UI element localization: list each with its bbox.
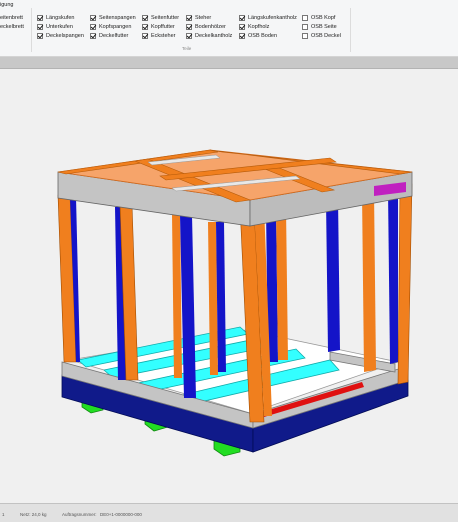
checkbox-label: OSB Kopf xyxy=(311,14,336,21)
checkbox-label: OSB Seite xyxy=(311,23,337,30)
left-item-deckelbrett[interactable]: eckelbrett xyxy=(0,24,24,30)
checkbox-label: Kopfholz xyxy=(248,23,270,30)
checkbox-deckelkantholz[interactable]: Deckelkantholz xyxy=(186,31,232,40)
status-order-number: DE0+1-0000000-000 xyxy=(100,512,142,517)
checkbox-label: Unterkufen xyxy=(46,23,73,30)
checkbox-box[interactable] xyxy=(186,32,192,39)
checkbox-column-1: Längskufen Unterkufen Deckelspangen xyxy=(37,13,84,40)
left-item-seitenbrett[interactable]: eitenbrett xyxy=(0,15,23,21)
status-weight: Netz: 24,0 kg xyxy=(20,512,47,517)
checkbox-laengskufen[interactable]: Längskufen xyxy=(37,13,84,22)
3d-viewport[interactable] xyxy=(0,69,458,503)
checkbox-column-4: Steher Bodenhölzer Deckelkantholz xyxy=(186,13,232,40)
checkbox-box[interactable] xyxy=(142,14,148,21)
checkbox-label: OSB Boden xyxy=(248,32,278,39)
post-orange xyxy=(362,190,376,372)
checkbox-column-6: OSB Kopf OSB Seite OSB Deckel xyxy=(302,13,341,40)
toolbar-strip xyxy=(0,57,458,69)
checkbox-box[interactable] xyxy=(142,32,148,39)
checkbox-unterkufen[interactable]: Unterkufen xyxy=(37,22,84,31)
checkbox-label: Längskufen xyxy=(46,14,75,21)
checkbox-kopfspangen[interactable]: Kopfspangen xyxy=(90,22,136,31)
checkbox-label: Seitenspangen xyxy=(99,14,136,21)
corner-post-right xyxy=(397,183,413,385)
checkbox-kopffutter[interactable]: Kopffutter xyxy=(142,22,179,31)
ribbon-separator xyxy=(31,8,32,52)
checkbox-box[interactable] xyxy=(302,32,308,39)
checkbox-box[interactable] xyxy=(37,14,43,21)
checkbox-box[interactable] xyxy=(90,32,96,39)
checkbox-steher[interactable]: Steher xyxy=(186,13,232,22)
checkbox-box[interactable] xyxy=(37,23,43,30)
checkbox-label: Ecksteher xyxy=(151,32,176,39)
checkbox-label: Bodenhölzer xyxy=(195,23,226,30)
checkbox-column-3: Seitenfutter Kopffutter Ecksteher xyxy=(142,13,179,40)
checkbox-box[interactable] xyxy=(239,32,245,39)
checkbox-box[interactable] xyxy=(90,23,96,30)
checkbox-box[interactable] xyxy=(239,23,245,30)
status-item: 1 xyxy=(2,512,5,517)
checkbox-box[interactable] xyxy=(186,23,192,30)
checkbox-box[interactable] xyxy=(37,32,43,39)
checkbox-label: OSB Deckel xyxy=(311,32,341,39)
checkbox-box[interactable] xyxy=(302,14,308,21)
checkbox-box[interactable] xyxy=(239,14,245,21)
post-blue xyxy=(326,198,340,352)
checkbox-ecksteher[interactable]: Ecksteher xyxy=(142,31,179,40)
checkbox-label: Seitenfutter xyxy=(151,14,180,21)
crate-3d-model xyxy=(57,149,413,457)
ribbon-group-label: Teile xyxy=(182,46,192,51)
checkbox-column-2: Seitenspangen Kopfspangen Deckelfutter xyxy=(90,13,136,40)
ribbon: igung eitenbrett eckelbrett Längskufen U… xyxy=(0,0,458,57)
checkbox-box[interactable] xyxy=(302,23,308,30)
checkbox-deckelspangen[interactable]: Deckelspangen xyxy=(37,31,84,40)
checkbox-osb-kopf[interactable]: OSB Kopf xyxy=(302,13,341,22)
checkbox-seitenspangen[interactable]: Seitenspangen xyxy=(90,13,136,22)
checkbox-osb-deckel[interactable]: OSB Deckel xyxy=(302,31,341,40)
ribbon-separator xyxy=(350,8,351,52)
checkbox-deckelfutter[interactable]: Deckelfutter xyxy=(90,31,136,40)
checkbox-label: Deckelspangen xyxy=(46,32,84,39)
checkbox-label: Kopfspangen xyxy=(99,23,132,30)
checkbox-column-5: Längskufenkantholz Kopfholz OSB Boden xyxy=(239,13,297,40)
checkbox-osb-boden[interactable]: OSB Boden xyxy=(239,31,297,40)
post-orange xyxy=(276,208,288,360)
checkbox-box[interactable] xyxy=(186,14,192,21)
status-order-label: Auftragsnummer: xyxy=(62,512,97,517)
ribbon-title: igung xyxy=(0,2,14,8)
checkbox-label: Steher xyxy=(195,14,212,21)
post-blue xyxy=(388,188,398,364)
checkbox-bodenhoelzer[interactable]: Bodenhölzer xyxy=(186,22,232,31)
checkbox-box[interactable] xyxy=(142,23,148,30)
checkbox-label: Längskufenkantholz xyxy=(248,14,297,21)
checkbox-kopfholz[interactable]: Kopfholz xyxy=(239,22,297,31)
checkbox-label: Deckelkantholz xyxy=(195,32,233,39)
checkbox-label: Kopffutter xyxy=(151,23,175,30)
checkbox-label: Deckelfutter xyxy=(99,32,129,39)
checkbox-box[interactable] xyxy=(90,14,96,21)
checkbox-laengskufenkantholz[interactable]: Längskufenkantholz xyxy=(239,13,297,22)
checkbox-seitenfutter[interactable]: Seitenfutter xyxy=(142,13,179,22)
statusbar: 1 Netz: 24,0 kg Auftragsnummer: DE0+1-00… xyxy=(0,503,458,522)
checkbox-osb-seite[interactable]: OSB Seite xyxy=(302,22,341,31)
